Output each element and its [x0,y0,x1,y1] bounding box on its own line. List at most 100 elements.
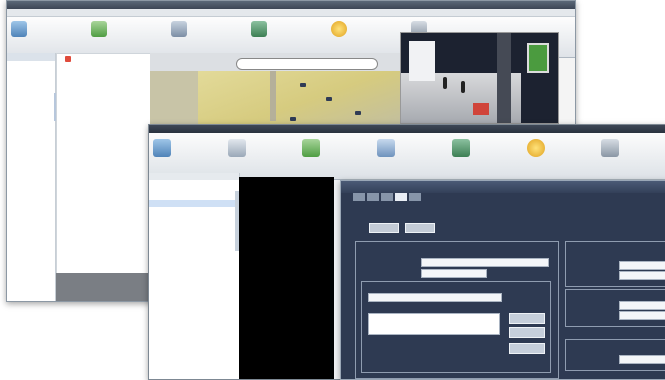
tree-item[interactable] [149,334,239,341]
tree-item[interactable] [7,114,55,122]
tree-item[interactable] [7,205,55,213]
tree-item[interactable] [7,84,55,92]
tree-item[interactable] [7,213,55,221]
tree-item[interactable] [149,254,239,261]
tree-item[interactable] [7,137,55,145]
tree-item[interactable] [149,327,239,334]
dialog-toolbar-button[interactable] [369,223,399,233]
tree-item[interactable] [7,251,55,259]
tree-item[interactable] [149,207,239,214]
tree-item[interactable] [149,367,239,374]
tree-item[interactable] [7,91,55,99]
tree-item[interactable] [149,193,239,200]
back-device-tree [7,53,56,301]
map-icon [302,139,321,157]
tree-item[interactable] [149,307,239,314]
add-button[interactable] [509,313,545,324]
tree-item[interactable] [149,200,239,207]
tree-item[interactable] [7,99,55,107]
tree-item[interactable] [7,61,55,69]
list-item[interactable] [369,320,499,326]
tree-item[interactable] [149,347,239,354]
back-ribbon-button-monitor[interactable] [91,21,163,57]
tree-item[interactable] [7,228,55,236]
dialog-tab[interactable] [367,193,379,201]
back-ribbon-button-alarm[interactable] [331,21,403,57]
mid-ribbon-button-schedule[interactable] [451,139,517,179]
tree-item[interactable] [149,374,239,379]
search-input[interactable] [368,293,502,302]
tree-item[interactable] [149,320,239,327]
tree-item[interactable] [149,361,239,368]
tree-item[interactable] [149,220,239,227]
tree-item[interactable] [7,183,55,191]
tree-item[interactable] [149,294,239,301]
tree-item[interactable] [7,107,55,115]
tree-item[interactable] [149,247,239,254]
tree-item[interactable] [7,190,55,198]
tree-item[interactable] [7,76,55,84]
tree-item[interactable] [7,258,55,266]
tree-item[interactable] [7,129,55,137]
map-camera-icon[interactable] [300,83,306,87]
tree-item[interactable] [149,240,239,247]
tree-item[interactable] [7,145,55,153]
close-icon[interactable] [65,56,71,62]
tree-item[interactable] [149,260,239,267]
dialog-toolbar-button[interactable] [405,223,435,233]
mid-menubar [149,125,665,133]
tree-item[interactable] [149,234,239,241]
report-icon [377,139,396,157]
tree-item[interactable] [149,341,239,348]
field-input[interactable] [421,269,487,278]
tree-item[interactable] [7,243,55,251]
field-input[interactable] [619,311,665,320]
tree-item[interactable] [149,354,239,361]
back-ribbon-button-camera[interactable] [11,21,83,57]
tree-item[interactable] [149,280,239,287]
camera-video-feed[interactable] [400,32,559,124]
mid-ribbon-button-report[interactable] [377,139,442,179]
tree-item[interactable] [7,167,55,175]
tree-item[interactable] [7,175,55,183]
mid-ribbon-button-map[interactable] [302,139,367,179]
tree-item[interactable] [149,287,239,294]
remove-all-button[interactable] [509,343,545,354]
tree-item[interactable] [149,180,239,187]
selected-items-list[interactable] [368,313,500,335]
back-status-strip [56,273,156,301]
tree-item[interactable] [7,236,55,244]
tree-item[interactable] [7,122,55,130]
video-viewport[interactable] [239,177,334,379]
tree-item[interactable] [149,187,239,194]
tree-item[interactable] [7,220,55,228]
dialog-tab[interactable] [353,193,365,201]
tree-item[interactable] [149,314,239,321]
remove-button[interactable] [509,327,545,338]
field-input[interactable] [619,355,665,364]
group-label [566,340,665,342]
mid-ribbon-button-alarm[interactable] [526,139,592,179]
back-ribbon-button-report[interactable] [251,21,323,57]
tree-item[interactable] [7,69,55,77]
tree-item[interactable] [7,160,55,168]
field-input[interactable] [619,261,665,270]
tree-item[interactable] [7,198,55,206]
back-ribbon-button-map[interactable] [171,21,243,57]
field-input[interactable] [421,258,549,267]
tree-item[interactable] [149,300,239,307]
mid-ribbon-button-tools[interactable] [601,139,665,179]
tree-item[interactable] [7,152,55,160]
map-camera-icon[interactable] [326,97,332,101]
tree-item[interactable] [149,267,239,274]
dialog-tab-active[interactable] [395,193,407,201]
dialog-tab[interactable] [381,193,393,201]
field-input[interactable] [619,301,665,310]
map-camera-icon[interactable] [290,117,296,121]
tree-item[interactable] [149,227,239,234]
dialog-tab[interactable] [409,193,421,201]
field-input[interactable] [619,271,665,280]
tree-item[interactable] [149,213,239,220]
tree-item[interactable] [149,274,239,281]
map-camera-icon[interactable] [355,111,361,115]
